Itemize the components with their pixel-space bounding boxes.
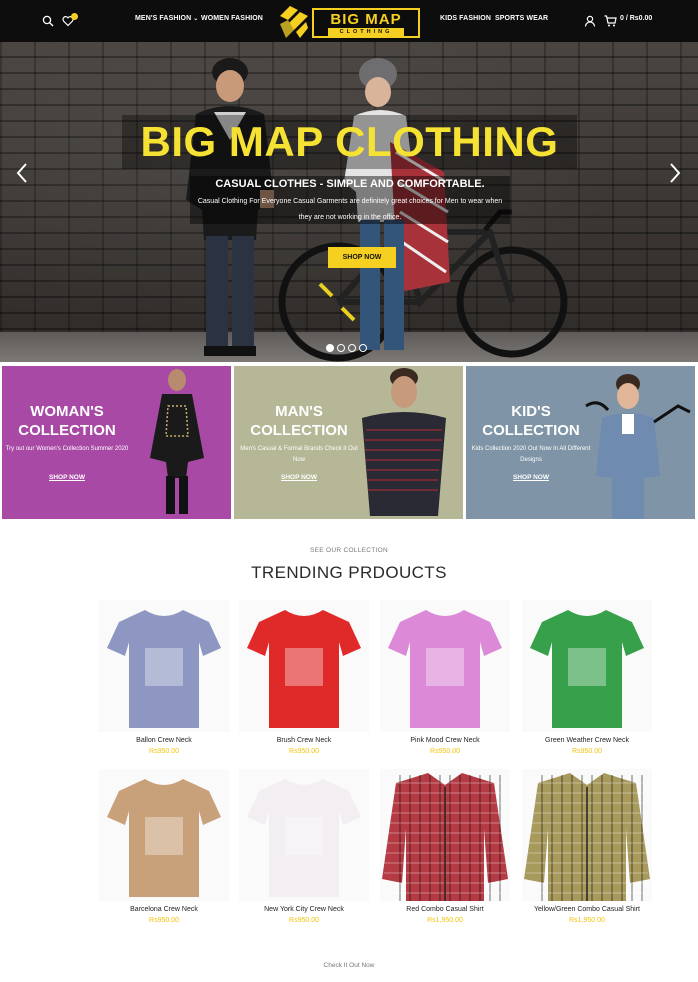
section-eyebrow: SEE OUR COLLECTION <box>310 547 388 554</box>
product-card[interactable]: Ballon Crew Neck Rs950.00 <box>99 600 229 780</box>
product-card[interactable]: Brush Crew Neck Rs950.00 <box>239 600 369 780</box>
product-price: Rs950.00 <box>149 917 179 924</box>
man-model-image <box>362 368 446 516</box>
slider-dot-3[interactable] <box>348 344 356 352</box>
kid-model-image <box>585 374 691 519</box>
product-image[interactable] <box>522 769 652 901</box>
product-image[interactable] <box>380 769 510 901</box>
product-price: Rs950.00 <box>149 748 179 755</box>
product-card[interactable]: Pink Mood Crew Neck Rs950.00 <box>380 600 510 780</box>
collection-men-description: Men's Casual & Formal Brands Check it Ou… <box>240 446 358 463</box>
search-icon[interactable] <box>40 13 56 29</box>
cart-total[interactable]: 0 / Rs0.00 <box>620 15 652 22</box>
hero-slider: BIG MAP CLOTHING CASUAL CLOTHES - SIMPLE… <box>0 42 698 362</box>
logo-mark-icon <box>280 6 308 38</box>
nav-mens-fashion-label: MEN'S FASHION <box>135 15 192 22</box>
product-name[interactable]: Pink Mood Crew Neck <box>370 737 520 744</box>
collection-kids-description: Kids Collection 2020 Out Now In All Diff… <box>471 446 591 463</box>
product-image[interactable] <box>239 600 369 732</box>
product-image[interactable] <box>99 769 229 901</box>
product-image[interactable] <box>239 769 369 901</box>
product-name[interactable]: Barcelona Crew Neck <box>89 906 239 913</box>
hero-description: Casual Clothing For Everyone Casual Garm… <box>197 198 503 221</box>
product-price: Rs950.00 <box>430 748 460 755</box>
product-name[interactable]: Yellow/Green Combo Casual Shirt <box>512 906 662 913</box>
wishlist-count-badge <box>71 13 78 20</box>
product-price: Rs950.00 <box>289 917 319 924</box>
woman-model-image <box>150 369 204 514</box>
product-image[interactable] <box>99 600 229 732</box>
product-card[interactable]: Green Weather Crew Neck Rs950.00 <box>522 600 652 780</box>
collection-men-title: MAN'S COLLECTION <box>250 403 348 439</box>
nav-mens-fashion[interactable]: MEN'S FASHION ⌄ <box>135 15 198 22</box>
product-card[interactable]: Barcelona Crew Neck Rs950.00 <box>99 769 229 949</box>
logo-title: BIG MAP <box>330 11 402 28</box>
collection-card-men[interactable]: MAN'S COLLECTION Men's Casual & Formal B… <box>234 366 463 519</box>
logo[interactable]: BIG MAP CLOTHING <box>276 4 422 40</box>
slider-dot-4[interactable] <box>359 344 367 352</box>
collection-card-women[interactable]: WOMAN'S COLLECTION Try out our Women's C… <box>2 366 231 519</box>
collection-men-shop-link[interactable]: SHOP NOW <box>234 474 364 481</box>
product-card[interactable]: Yellow/Green Combo Casual Shirt Rs1,950.0… <box>522 769 652 949</box>
slider-dot-2[interactable] <box>337 344 345 352</box>
site-header: MEN'S FASHION ⌄ WOMEN FASHION BIG MAP CL… <box>0 0 698 42</box>
nav-sports-wear[interactable]: SPORTS WEAR <box>495 15 548 22</box>
user-icon[interactable] <box>582 13 598 29</box>
slider-next-arrow-icon[interactable] <box>668 162 682 184</box>
slider-pagination <box>326 344 367 354</box>
product-image[interactable] <box>522 600 652 732</box>
hero-title: BIG MAP CLOTHING <box>140 118 559 165</box>
product-image[interactable] <box>380 600 510 732</box>
collection-kids-shop-link[interactable]: SHOP NOW <box>466 474 596 481</box>
product-name[interactable]: Brush Crew Neck <box>229 737 379 744</box>
product-card[interactable]: New York City Crew Neck Rs950.00 <box>239 769 369 949</box>
check-it-out-text: Check It Out Now <box>323 962 375 969</box>
nav-kids-fashion[interactable]: KIDS FASHION <box>440 15 491 22</box>
chevron-down-icon: ⌄ <box>193 16 199 22</box>
hero-shop-now-button[interactable]: SHOP NOW <box>328 247 396 268</box>
collection-women-shop-link[interactable]: SHOP NOW <box>2 474 132 481</box>
hero-subtitle: CASUAL CLOTHES - SIMPLE AND COMFORTABLE. <box>215 178 485 190</box>
collection-card-kids[interactable]: KID'S COLLECTION Kids Collection 2020 Ou… <box>466 366 695 519</box>
product-price: Rs950.00 <box>289 748 319 755</box>
collection-women-title: WOMAN'S COLLECTION <box>18 403 116 439</box>
collection-kids-title: KID'S COLLECTION <box>482 403 580 439</box>
product-name[interactable]: Ballon Crew Neck <box>89 737 239 744</box>
product-name[interactable]: Green Weather Crew Neck <box>512 737 662 744</box>
product-price: Rs1,950.00 <box>427 917 463 924</box>
section-title: TRENDING PRDOUCTS <box>251 563 447 582</box>
product-card[interactable]: Red Combo Casual Shirt Rs1,950.00 <box>380 769 510 949</box>
slider-prev-arrow-icon[interactable] <box>15 162 29 184</box>
logo-wordmark: BIG MAP CLOTHING <box>312 8 420 38</box>
nav-women-fashion[interactable]: WOMEN FASHION <box>201 15 263 22</box>
product-price: Rs1,950.00 <box>569 917 605 924</box>
slider-dot-1[interactable] <box>326 344 334 352</box>
product-price: Rs950.00 <box>572 748 602 755</box>
collection-women-description: Try out our Women's Collection Summer 20… <box>5 446 129 452</box>
product-name[interactable]: Red Combo Casual Shirt <box>370 906 520 913</box>
logo-subtitle: CLOTHING <box>328 28 404 36</box>
cart-icon[interactable] <box>602 13 618 29</box>
product-name[interactable]: New York City Crew Neck <box>229 906 379 913</box>
